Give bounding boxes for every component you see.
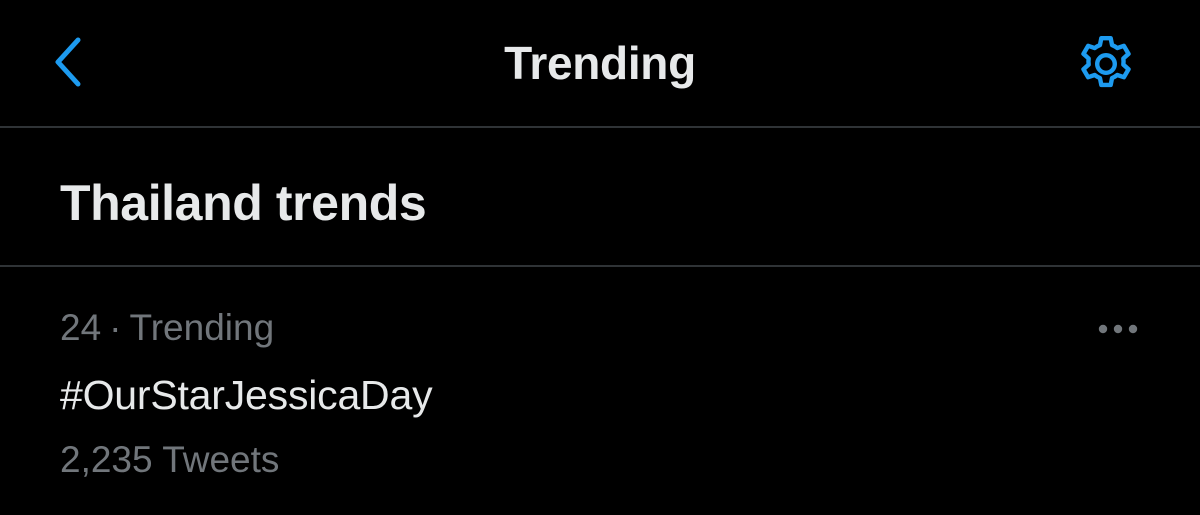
back-button[interactable]	[38, 34, 98, 94]
more-options-button[interactable]	[1088, 309, 1148, 353]
nav-bar: Trending	[0, 0, 1200, 128]
trend-rank: 24	[60, 307, 102, 348]
section-title: Thailand trends	[60, 175, 427, 231]
page-title: Trending	[504, 37, 696, 89]
trend-separator: ·	[109, 307, 122, 348]
chevron-left-icon	[52, 36, 84, 93]
trend-item[interactable]: 24 · Trending #OurStarJessicaDay 2,235 Twe…	[0, 269, 1200, 515]
trend-tweet-count: 2,235 Tweets	[60, 439, 280, 480]
gear-icon	[1073, 31, 1139, 102]
settings-button[interactable]	[1068, 30, 1144, 102]
trend-meta: 24 · Trending	[60, 307, 274, 349]
trending-screen: Trending Thailand trends 24 · Trending #Ou…	[0, 0, 1200, 515]
trend-name: #OurStarJessicaDay	[60, 372, 433, 418]
trend-context: Trending	[129, 307, 275, 348]
section-header: Thailand trends	[0, 130, 1200, 267]
more-horizontal-icon	[1097, 322, 1139, 340]
